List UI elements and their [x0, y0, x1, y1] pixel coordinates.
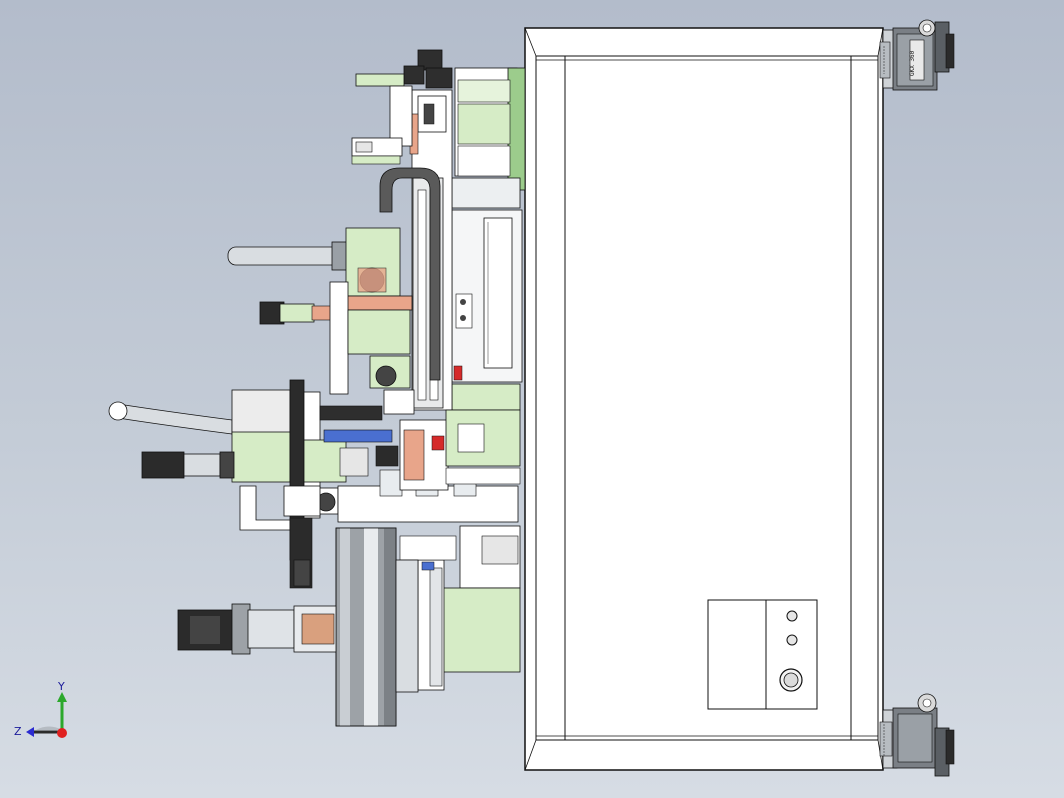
assembly-drawing: GKX 360 Y Z — [14, 19, 955, 777]
caster-bottom — [879, 693, 955, 777]
axis-triad: Y Z — [14, 680, 67, 738]
caster-top: GKX 360 — [879, 19, 955, 91]
control-panel — [707, 599, 818, 710]
cad-viewport[interactable]: GKX 360 Y Z — [0, 0, 1064, 798]
middle-slide-assembly — [227, 227, 415, 415]
servo-motor-left — [141, 451, 185, 479]
horizontal-rod — [227, 246, 341, 266]
panel-button-middle — [786, 634, 798, 646]
upper-mechanism — [451, 67, 526, 411]
panel-button-top — [786, 610, 798, 622]
z-axis-label: Z — [14, 725, 22, 738]
central-carriage — [337, 409, 521, 523]
y-axis-label: Y — [57, 680, 65, 693]
x-axis-dot — [57, 728, 67, 738]
machine-cabinet — [524, 27, 884, 771]
caster-label: GKX 360 — [909, 50, 916, 76]
bottom-motor-assembly — [177, 603, 337, 655]
air-hose — [117, 403, 233, 435]
